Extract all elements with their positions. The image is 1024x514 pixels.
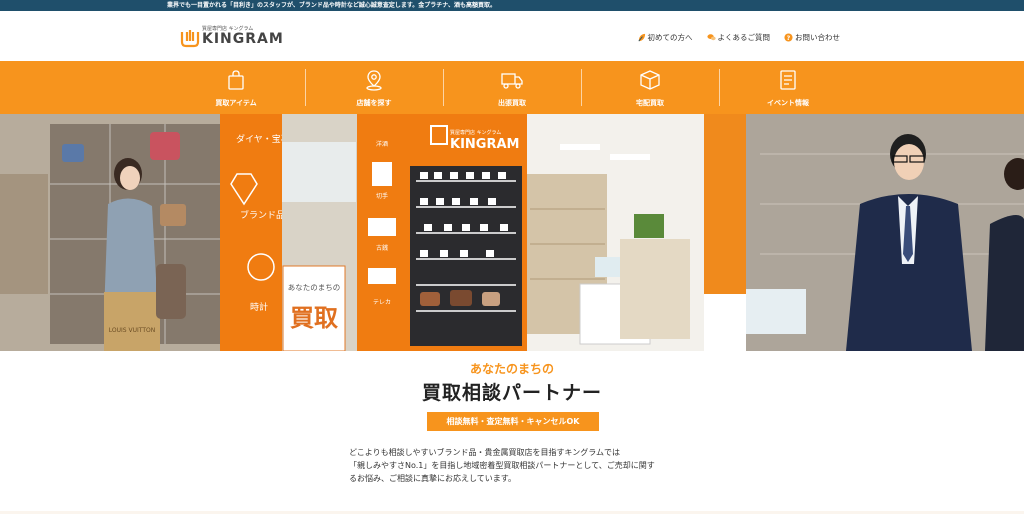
hero-pillar-label-brand: ブランド品 — [240, 209, 285, 221]
kingram-logo[interactable]: 質屋専門店 キングラム KINGRAM — [180, 25, 283, 51]
hero-stand-big: 買取 — [290, 304, 338, 332]
header-link-contact[interactable]: ? お問い合わせ — [784, 30, 840, 44]
site-header: 質屋専門店 キングラム KINGRAM 初めての方へ よくあるご質問 ? お問い… — [0, 11, 1024, 61]
hero-stand-text: あなたのまちの — [288, 283, 341, 292]
hero-column-label-stamps: 切手 — [376, 192, 388, 200]
header-link-label: 初めての方へ — [647, 32, 693, 42]
header-link-label: よくあるご質問 — [717, 32, 771, 42]
nav-item-events[interactable]: イベント情報 — [719, 61, 857, 114]
hero-store-sign: KINGRAM — [450, 137, 519, 152]
header-link-first-visit[interactable]: 初めての方へ — [637, 30, 693, 44]
hero-bag-brand: LOUIS VUITTON — [109, 327, 155, 334]
box-icon — [640, 70, 660, 90]
document-icon — [780, 70, 796, 90]
hero-pillar-label-jewelry: ダイヤ・宝石 — [236, 133, 290, 145]
hero-banner: LOUIS VUITTON ダイヤ・宝石 ブランド品 時計 あなたのまちの 買取… — [0, 114, 1024, 351]
kingram-logo-icon — [180, 30, 200, 48]
header-link-label: お問い合わせ — [795, 32, 840, 42]
header-link-faq[interactable]: よくあるご質問 — [706, 30, 771, 44]
hero-store-sign-small: 質屋専門店 キングラム — [450, 129, 501, 136]
nav-item-label: イベント情報 — [767, 99, 809, 107]
nav-item-find-store[interactable]: 店舗を探す — [305, 61, 443, 114]
intro-description-line: 「親しみやすさNo.1」を目指し地域密着型買取相談パートナーとして、ご売却に関す — [349, 461, 655, 470]
nav-item-label: 買取アイテム — [215, 99, 257, 107]
leaf-icon — [637, 33, 645, 41]
intro-heading: 買取相談パートナー — [421, 382, 602, 404]
map-pin-icon — [366, 70, 382, 91]
nav-item-label: 出張買取 — [498, 99, 526, 107]
chat-icon — [706, 33, 716, 40]
intro-description-line: るお悩み、ご相談に真摯にお応えしています。 — [349, 474, 516, 483]
nav-item-label: 宅配買取 — [636, 99, 664, 107]
svg-text:?: ? — [787, 34, 791, 41]
intro-description-line: どこよりも相談しやすいブランド品・貴金属買取店を目指すキングラムでは — [349, 448, 621, 457]
nav-item-purchase-items[interactable]: 買取アイテム — [167, 61, 305, 114]
nav-item-mail-purchase[interactable]: 宅配買取 — [581, 61, 719, 114]
bag-icon — [228, 70, 244, 90]
hero-pillar-label-watch: 時計 — [250, 301, 268, 313]
free-consultation-badge: 相談無料・査定無料・キャンセルOK — [427, 412, 599, 431]
nav-item-label: 店舗を探す — [356, 99, 392, 107]
question-icon: ? — [784, 32, 793, 41]
announcement-text: 業界でも一目置かれる「目利き」のスタッフが、ブランド品や時計など誠心誠意査定しま… — [167, 2, 496, 9]
header-nav: 初めての方へ よくあるご質問 ? お問い合わせ — [637, 30, 840, 44]
announcement-bar: 業界でも一目置かれる「目利き」のスタッフが、ブランド品や時計など誠心誠意査定しま… — [0, 0, 1024, 11]
intro-subheading: あなたのまちの — [469, 362, 554, 376]
intro-description: どこよりも相談しやすいブランド品・貴金属買取店を目指すキングラムでは 「親しみや… — [349, 446, 689, 485]
nav-item-home-visit[interactable]: 出張買取 — [443, 61, 581, 114]
truck-icon — [501, 73, 523, 89]
hero-image: LOUIS VUITTON ダイヤ・宝石 ブランド品 時計 あなたのまちの 買取… — [0, 114, 1024, 351]
main-nav: 買取アイテム 店舗を探す 出張買取 宅配買取 イベント情報 — [0, 61, 1024, 114]
intro-section: あなたのまちの 買取相談パートナー 相談無料・査定無料・キャンセルOK どこより… — [0, 351, 1024, 514]
hero-column-label-liquor: 洋酒 — [376, 140, 388, 148]
logo-wordmark: KINGRAM — [202, 31, 284, 47]
hero-column-label-telecard: テレカ — [373, 299, 391, 306]
hero-column-label-coins: 古銭 — [376, 244, 388, 252]
